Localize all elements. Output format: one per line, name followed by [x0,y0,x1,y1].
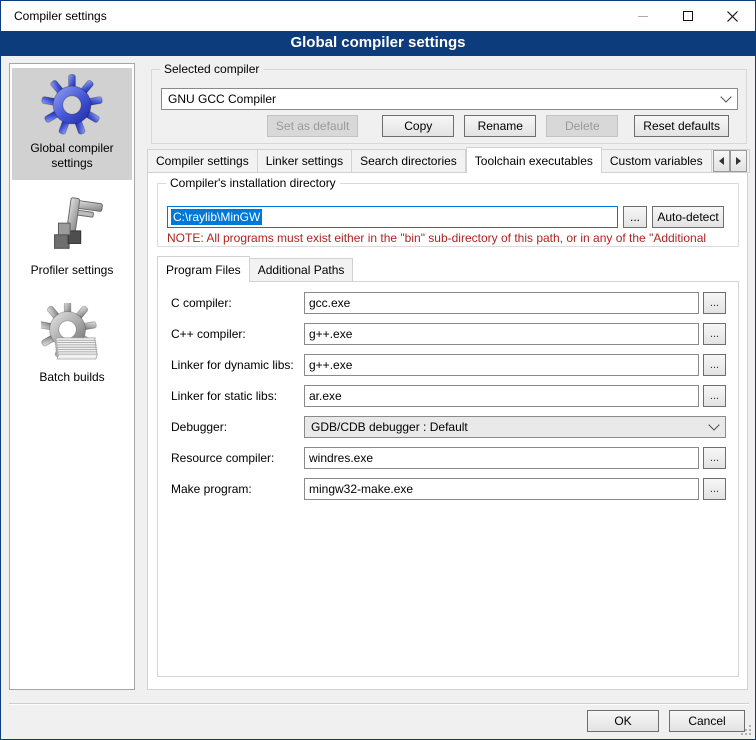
compiler-combobox[interactable]: GNU GCC Compiler [161,88,738,110]
installation-directory-value: C:\raylib\MinGW [171,209,262,225]
field-label: Linker for dynamic libs: [171,358,304,372]
sidebar-item-label: Profiler settings [14,263,130,278]
field-label: Debugger: [171,420,304,434]
tab-label: Program Files [166,263,241,277]
subtab-program-files[interactable]: Program Files [157,256,250,282]
field-input[interactable] [304,478,699,500]
program-files-panel: C compiler: ... C++ compiler: ... Linker… [157,281,739,677]
tab-label: Additional Paths [258,263,345,277]
tab-search-directories[interactable]: Search directories [352,149,466,173]
chevron-down-icon [720,91,731,102]
footer-separator [9,703,749,705]
copy-button[interactable]: Copy [382,115,454,137]
combobox-value: GDB/CDB debugger : Default [311,420,710,434]
browse-button[interactable]: ... [703,292,726,314]
maximize-button[interactable] [665,1,710,31]
tab-label: Compiler settings [156,154,249,168]
cancel-button[interactable]: Cancel [669,710,745,732]
sidebar-item-batch-builds[interactable]: Batch builds [12,297,132,394]
ok-button[interactable]: OK [587,710,659,732]
field-input[interactable] [304,447,699,469]
gear-blue-icon [41,74,103,136]
caliper-icon [41,196,103,258]
browse-button[interactable]: ... [703,447,726,469]
tab-label: Toolchain executables [475,154,593,168]
delete-button: Delete [546,115,618,137]
auto-detect-button[interactable]: Auto-detect [652,206,724,228]
tab-label: Custom variables [610,154,703,168]
installation-directory-group-label: Compiler's installation directory [166,176,340,190]
main-tabstrip: Compiler settings Linker settings Search… [147,147,750,173]
field-input[interactable] [304,354,699,376]
field-row-c-compiler: C++ compiler: ... [171,323,728,345]
window-title: Compiler settings [14,1,107,31]
compiler-buttons-row: Set as default Copy Rename Delete Reset defa… [151,115,747,137]
field-input[interactable] [304,323,699,345]
sidebar: Global compiler settings Profiler settin… [9,63,135,690]
browse-directory-button[interactable]: ... [623,206,647,228]
field-label: C++ compiler: [171,327,304,341]
reset-defaults-button[interactable]: Reset defaults [634,115,729,137]
selected-compiler-group-label: Selected compiler [160,62,263,76]
tab-toolchain-executables[interactable]: Toolchain executables [466,147,602,173]
close-button[interactable] [710,1,755,31]
tab-scroll-left-button[interactable] [713,150,730,172]
set-as-default-button: Set as default [267,115,358,137]
field-label: Make program: [171,482,304,496]
sidebar-item-label: Batch builds [14,370,130,385]
maximize-icon [683,11,693,21]
sidebar-item-global-compiler-settings[interactable]: Global compiler settings [12,68,132,180]
field-label: Resource compiler: [171,451,304,465]
sidebar-item-profiler-settings[interactable]: Profiler settings [12,190,132,287]
tab-label: Linker settings [266,154,343,168]
field-label: C compiler: [171,296,304,310]
browse-button[interactable]: ... [703,478,726,500]
resize-grip-icon[interactable] [740,724,752,736]
program-files-tabstrip: Program Files Additional Paths [157,257,353,282]
field-row-c-compiler: C compiler: ... [171,292,728,314]
close-icon [727,11,738,22]
compiler-settings-dialog: Compiler settings Global compiler settin… [0,0,756,740]
tab-label: Search directories [360,154,457,168]
gear-papers-icon [41,303,103,365]
tab-custom-variables[interactable]: Custom variables [602,149,712,173]
arrow-left-icon [715,157,724,165]
debugger-combobox[interactable]: GDB/CDB debugger : Default [304,416,726,438]
tab-scroll-right-button[interactable] [730,150,747,172]
browse-button[interactable]: ... [703,385,726,407]
subtab-additional-paths[interactable]: Additional Paths [250,258,354,282]
titlebar: Compiler settings [1,1,755,31]
arrow-right-icon [736,157,745,165]
field-input[interactable] [304,292,699,314]
rename-button[interactable]: Rename [464,115,536,137]
field-row-make-program: Make program: ... [171,478,728,500]
sidebar-item-label: Global compiler settings [14,141,130,171]
field-row-linker-for-static-libs: Linker for static libs: ... [171,385,728,407]
chevron-down-icon [708,419,719,430]
browse-button[interactable]: ... [703,323,726,345]
dialog-header: Global compiler settings [1,31,755,56]
minimize-button[interactable] [620,1,665,31]
field-label: Linker for static libs: [171,389,304,403]
minimize-icon [638,16,648,17]
field-row-resource-compiler: Resource compiler: ... [171,447,728,469]
field-row-debugger: Debugger: GDB/CDB debugger : Default [171,416,728,438]
bin-subdirectory-note: NOTE: All programs must exist either in … [167,231,737,245]
tab-linker-settings[interactable]: Linker settings [258,149,352,173]
tab-compiler-settings[interactable]: Compiler settings [147,149,258,173]
field-input[interactable] [304,385,699,407]
browse-button[interactable]: ... [703,354,726,376]
compiler-combobox-value: GNU GCC Compiler [168,92,722,106]
field-row-linker-for-dynamic-libs: Linker for dynamic libs: ... [171,354,728,376]
installation-directory-input[interactable]: C:\raylib\MinGW [167,206,618,228]
